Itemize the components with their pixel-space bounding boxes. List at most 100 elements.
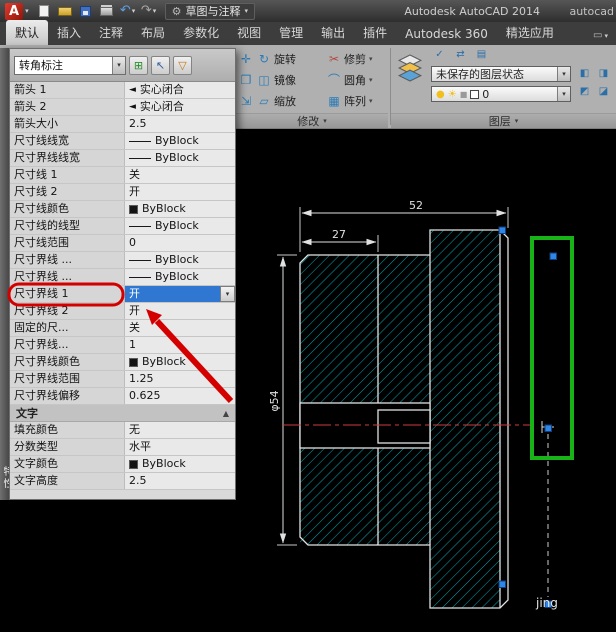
array-tool-button[interactable]: ▦ 阵列 ▾: [326, 91, 388, 111]
rotate-tool-button[interactable]: ↻ 旋转: [256, 49, 324, 69]
grip[interactable]: [498, 580, 506, 588]
autocad-logo-button[interactable]: A ▾: [2, 1, 32, 21]
property-value[interactable]: ByBlock: [125, 354, 235, 370]
object-type-dropdown[interactable]: 转角标注 ▾: [14, 55, 126, 75]
property-value[interactable]: ◄ 实心闭合: [125, 99, 235, 115]
tab-参数化[interactable]: 参数化: [174, 20, 228, 45]
new-button[interactable]: [34, 2, 54, 20]
new-file-icon: [38, 5, 49, 17]
save-floppy-icon: [80, 5, 92, 17]
tool-label: 旋转: [274, 52, 296, 66]
toggle-pickadd-button[interactable]: ⊞: [129, 55, 148, 75]
property-label: 文字高度: [10, 473, 125, 489]
tab-插入[interactable]: 插入: [48, 20, 90, 45]
property-label: 分数类型: [10, 439, 125, 455]
layers-panel-title: 图层: [488, 115, 511, 128]
property-label: 尺寸线 1: [10, 167, 125, 183]
tab-默认[interactable]: 默认: [6, 20, 49, 45]
property-value[interactable]: 关: [125, 320, 235, 336]
grip[interactable]: [498, 226, 506, 234]
printer-icon: [100, 6, 114, 16]
property-value[interactable]: 关: [125, 167, 235, 183]
grip[interactable]: [549, 252, 557, 260]
tab-输出[interactable]: 输出: [312, 20, 354, 45]
tab-布局[interactable]: 布局: [132, 20, 174, 45]
property-value[interactable]: ByBlock: [125, 218, 235, 234]
fillet-tool-button[interactable]: ⌒ 圆角 ▾: [326, 70, 388, 90]
arrowhead-icon: ◄: [129, 85, 136, 95]
palette-rows: 箭头 1 ◄ 实心闭合 箭头 2 ◄ 实心闭合 箭头大小 2.5 尺寸线线宽 ByBlock 尺寸界…: [10, 82, 235, 499]
linetype-icon: [129, 140, 151, 142]
layer-extra-tools: ◧ ◨ ◩ ◪: [576, 66, 612, 100]
modify-panel-label[interactable]: 修改 ▾: [236, 113, 388, 128]
trim-tool-button[interactable]: ✂ 修剪 ▾: [326, 49, 388, 69]
match-layer-button[interactable]: ⇄: [452, 47, 469, 62]
property-label: 尺寸界线线宽: [10, 150, 125, 166]
property-value[interactable]: 1.25: [125, 371, 235, 387]
palette-body: 转角标注 ▾ ⊞ ↖ ▽ 箭头 1 ◄ 实心闭合 箭头 2 ◄ 实心闭合 箭头大小 2.5 尺寸…: [9, 48, 236, 500]
property-value[interactable]: 开: [125, 184, 235, 200]
undo-button[interactable]: ↶ ▾: [118, 2, 138, 20]
category-header-文字[interactable]: 文字 ▲: [10, 405, 235, 422]
property-row-13: 尺寸界线 2 开: [10, 303, 235, 320]
layer-unisolate-button[interactable]: ◨: [595, 66, 612, 81]
property-value[interactable]: 开: [125, 303, 235, 319]
layer-state-dropdown[interactable]: 未保存的图层状态 ▾: [431, 66, 571, 82]
tab-精选应用[interactable]: 精选应用: [497, 20, 563, 45]
property-value[interactable]: ByBlock: [125, 150, 235, 166]
layer-freeze-button[interactable]: ◩: [576, 84, 593, 99]
layers-panel-label[interactable]: 图层 ▾: [391, 113, 616, 128]
set-current-layer-button[interactable]: ✓: [431, 47, 448, 62]
property-value-text: 关: [129, 321, 140, 334]
property-value[interactable]: ByBlock: [125, 133, 235, 149]
tab-视图[interactable]: 视图: [228, 20, 270, 45]
property-value[interactable]: ByBlock: [125, 269, 235, 285]
layer-previous-button[interactable]: ▤: [473, 47, 490, 62]
layer-select-dropdown[interactable]: ● ☀ ■ 0 ▾: [431, 86, 571, 102]
property-row-8: 尺寸线的线型 ByBlock: [10, 218, 235, 235]
property-value[interactable]: ByBlock: [125, 201, 235, 217]
move-tool-button[interactable]: ✛: [238, 49, 254, 69]
tool-label: 镜像: [274, 73, 296, 87]
property-value[interactable]: 无: [125, 422, 235, 438]
save-button[interactable]: [76, 2, 96, 20]
copy-tool-button[interactable]: ❐: [238, 70, 254, 90]
redo-button[interactable]: ↷ ▾: [139, 2, 159, 20]
scale-tool-button[interactable]: ▱ 缩放: [256, 91, 324, 111]
property-value[interactable]: ByBlock: [125, 252, 235, 268]
property-value[interactable]: 0: [125, 235, 235, 251]
select-objects-button[interactable]: ↖: [151, 55, 170, 75]
plot-button[interactable]: [97, 2, 117, 20]
tab-注释[interactable]: 注释: [90, 20, 132, 45]
workspace-dropdown[interactable]: ⚙ 草图与注释 ▾: [164, 2, 255, 20]
value-dropdown-button[interactable]: ▾: [220, 286, 235, 302]
property-row-1: 箭头 2 ◄ 实心闭合: [10, 99, 235, 116]
ribbon-minimize-button[interactable]: ▭ ▾: [593, 30, 616, 45]
move-icon: ✛: [240, 51, 252, 66]
tab-管理[interactable]: 管理: [270, 20, 312, 45]
mirror-tool-button[interactable]: ◫ 镜像: [256, 70, 324, 90]
layer-properties-button[interactable]: [395, 53, 425, 95]
rotate-icon: ↻: [258, 51, 270, 66]
grip[interactable]: [544, 424, 552, 432]
property-value[interactable]: ByBlock: [125, 456, 235, 472]
property-value[interactable]: 0.625: [125, 388, 235, 404]
tab-Autodesk 360[interactable]: Autodesk 360: [396, 23, 497, 45]
property-value-text: ByBlock: [155, 253, 199, 266]
property-value[interactable]: ◄ 实心闭合: [125, 82, 235, 98]
layer-isolate-button[interactable]: ◧: [576, 66, 593, 81]
arrowhead-icon: ◄: [129, 102, 136, 112]
property-value[interactable]: 2.5: [125, 473, 235, 489]
property-value[interactable]: 水平: [125, 439, 235, 455]
tab-插件[interactable]: 插件: [354, 20, 396, 45]
stretch-tool-button[interactable]: ⇲: [238, 91, 254, 111]
property-value[interactable]: 2.5: [125, 116, 235, 132]
palette-title-strip[interactable]: 特性: [0, 48, 12, 500]
property-value[interactable]: 1: [125, 337, 235, 353]
property-value[interactable]: 开 ▾: [125, 286, 235, 302]
open-button[interactable]: [55, 2, 75, 20]
property-label: 尺寸线颜色: [10, 201, 125, 217]
quick-select-button[interactable]: ▽: [173, 55, 192, 75]
color-swatch: [129, 459, 138, 469]
layer-off-button[interactable]: ◪: [595, 84, 612, 99]
